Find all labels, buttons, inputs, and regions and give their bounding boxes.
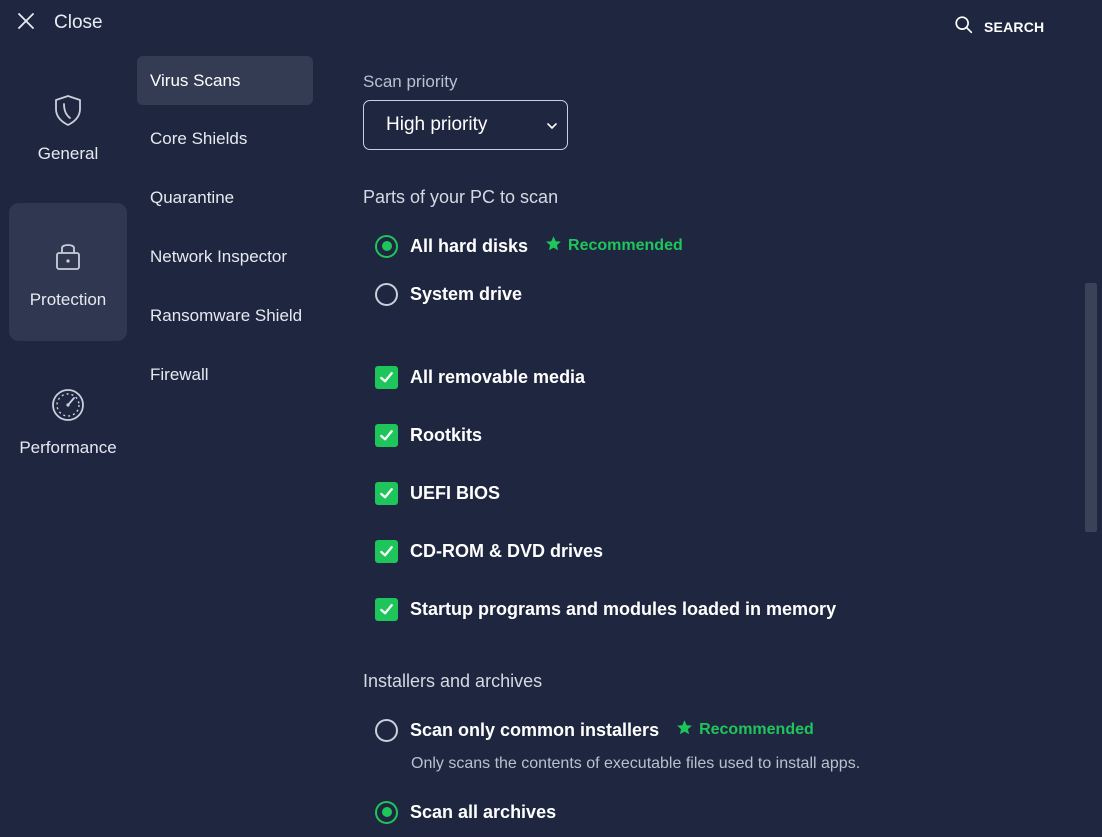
- category-general[interactable]: General: [9, 84, 127, 222]
- installers-heading: Installers and archives: [363, 671, 543, 691]
- category-label: Performance: [19, 438, 117, 457]
- radio-system-drive[interactable]: System drive: [375, 281, 522, 307]
- category-protection[interactable]: Protection: [9, 203, 127, 341]
- subnav-item-core-shields[interactable]: Core Shields: [137, 114, 313, 163]
- close-label: Close: [54, 12, 103, 33]
- checkmark-icon: [380, 545, 393, 556]
- recommended-label: Recommended: [568, 237, 683, 254]
- radio-scan-all-archives[interactable]: Scan all archives: [375, 799, 556, 825]
- subnav-item-ransomware-shield[interactable]: Ransomware Shield: [137, 291, 313, 340]
- option-label: Scan only common installers: [410, 719, 660, 740]
- scan-priority-value: High priority: [386, 114, 488, 135]
- checkbox[interactable]: [375, 423, 398, 447]
- close-icon: [14, 9, 38, 38]
- radio-scan-common-installers[interactable]: Scan only common installers Recommended: [375, 717, 814, 743]
- checkmark-icon: [380, 429, 393, 440]
- checkbox-startup-programs[interactable]: Startup programs and modules loaded in m…: [375, 596, 836, 622]
- scan-priority-label: Scan priority: [363, 72, 458, 91]
- subnav-item-quarantine[interactable]: Quarantine: [137, 173, 313, 222]
- installers-helper-text: Only scans the contents of executable fi…: [411, 755, 861, 772]
- scrollbar-thumb[interactable]: [1085, 283, 1097, 532]
- recommended-label: Recommended: [699, 721, 814, 738]
- checkbox[interactable]: [375, 365, 398, 389]
- subnav-item-virus-scans[interactable]: Virus Scans: [137, 56, 313, 105]
- subnav-item-network-inspector[interactable]: Network Inspector: [137, 232, 313, 281]
- option-label: CD-ROM & DVD drives: [410, 540, 604, 561]
- search-label: SEARCH: [984, 19, 1045, 35]
- option-label: System drive: [410, 283, 523, 304]
- parts-to-scan-heading: Parts of your PC to scan: [363, 187, 559, 207]
- recommended-badge: Recommended: [676, 719, 814, 741]
- radio-button[interactable]: [375, 800, 398, 824]
- checkbox-cd-dvd-drives[interactable]: CD-ROM & DVD drives: [375, 538, 603, 564]
- star-icon: [676, 719, 699, 741]
- subnav-item-firewall[interactable]: Firewall: [137, 350, 313, 399]
- checkbox[interactable]: [375, 597, 398, 621]
- checkbox-rootkits[interactable]: Rootkits: [375, 422, 482, 448]
- search-icon: [953, 14, 975, 41]
- checkbox-removable-media[interactable]: All removable media: [375, 364, 585, 390]
- shield-icon: [49, 91, 87, 134]
- option-label: UEFI BIOS: [410, 482, 501, 503]
- checkmark-icon: [380, 371, 393, 382]
- lock-icon: [49, 237, 87, 280]
- option-label: All removable media: [410, 366, 586, 387]
- recommended-badge: Recommended: [545, 235, 683, 257]
- checkbox[interactable]: [375, 481, 398, 505]
- radio-button[interactable]: [375, 234, 398, 258]
- category-label: General: [37, 144, 99, 163]
- category-performance[interactable]: Performance: [9, 381, 127, 519]
- top-bar: Close SEARCH: [0, 0, 1102, 50]
- radio-button[interactable]: [375, 282, 398, 306]
- close-button[interactable]: Close: [14, 8, 103, 38]
- option-label: All hard disks: [410, 235, 529, 256]
- option-label: Startup programs and modules loaded in m…: [410, 598, 837, 619]
- search-button[interactable]: SEARCH: [953, 14, 1044, 40]
- radio-button[interactable]: [375, 718, 398, 742]
- option-label: Scan all archives: [410, 801, 557, 822]
- star-icon: [545, 235, 568, 257]
- speedometer-icon: [49, 385, 87, 428]
- checkbox[interactable]: [375, 539, 398, 563]
- option-label: Rootkits: [410, 424, 482, 445]
- radio-all-hard-disks[interactable]: All hard disks Recommended: [375, 233, 683, 259]
- checkmark-icon: [380, 487, 393, 498]
- checkmark-icon: [380, 603, 393, 614]
- checkbox-uefi-bios[interactable]: UEFI BIOS: [375, 480, 500, 506]
- category-label: Protection: [29, 290, 107, 309]
- scan-priority-dropdown[interactable]: High priority: [363, 100, 568, 150]
